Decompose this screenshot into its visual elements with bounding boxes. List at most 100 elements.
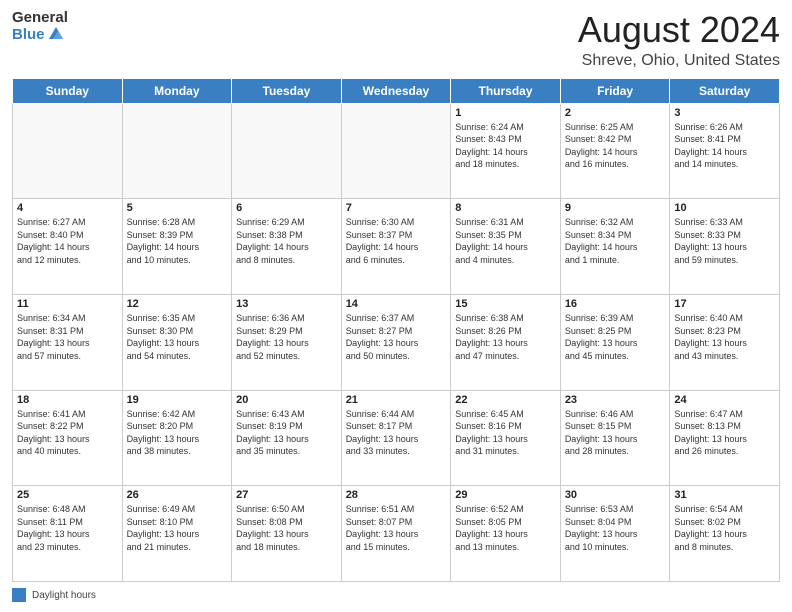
- day-number: 26: [127, 489, 228, 501]
- weekday-header-friday: Friday: [560, 78, 670, 103]
- day-number: 8: [455, 202, 556, 214]
- day-number: 22: [455, 394, 556, 406]
- day-number: 1: [455, 107, 556, 119]
- day-number: 31: [674, 489, 775, 501]
- calendar-cell: 6Sunrise: 6:29 AM Sunset: 8:38 PM Daylig…: [232, 199, 342, 295]
- day-info: Sunrise: 6:47 AM Sunset: 8:13 PM Dayligh…: [674, 408, 775, 458]
- calendar-week-row: 4 Sunrise: 6:27 AM Sunset: 8:40 PM Daylig…: [13, 199, 780, 295]
- calendar-cell: 2Sunrise: 6:25 AM Sunset: 8:42 PM Daylig…: [560, 103, 670, 199]
- calendar-cell: 1 Sunrise: 6:24 AM Sunset: 8:43 PM Daylig…: [451, 103, 561, 199]
- day-number: 16: [565, 298, 666, 310]
- day-info: Sunrise: 6:53 AM Sunset: 8:04 PM Dayligh…: [565, 503, 666, 553]
- day-number: 27: [236, 489, 337, 501]
- calendar-cell: 9Sunrise: 6:32 AM Sunset: 8:34 PM Daylig…: [560, 199, 670, 295]
- day-number: 30: [565, 489, 666, 501]
- day-number: 25: [17, 489, 118, 501]
- calendar-cell: 15 Sunrise: 6:38 AM Sunset: 8:26 PM Dayli…: [451, 294, 561, 390]
- day-info: Sunrise: 6:40 AM Sunset: 8:23 PM Dayligh…: [674, 312, 775, 362]
- day-info: Sunrise: 6:54 AM Sunset: 8:02 PM Dayligh…: [674, 503, 775, 553]
- calendar-cell: 7 Sunrise: 6:30 AM Sunset: 8:37 PM Daylig…: [341, 199, 451, 295]
- day-number: 15: [455, 298, 556, 310]
- day-number: 10: [674, 202, 775, 214]
- day-info: Sunrise: 6:26 AM Sunset: 8:41 PM Dayligh…: [674, 121, 775, 171]
- calendar-cell: 11 Sunrise: 6:34 AM Sunset: 8:31 PM Dayli…: [13, 294, 123, 390]
- weekday-header-saturday: Saturday: [670, 78, 780, 103]
- calendar-cell: 12 Sunrise: 6:35 AM Sunset: 8:30 PM Dayli…: [122, 294, 232, 390]
- day-info: Sunrise: 6:32 AM Sunset: 8:34 PM Dayligh…: [565, 216, 666, 266]
- day-info: Sunrise: 6:44 AM Sunset: 8:17 PM Dayligh…: [346, 408, 447, 458]
- day-info: Sunrise: 6:51 AM Sunset: 8:07 PM Dayligh…: [346, 503, 447, 553]
- calendar-cell: 14Sunrise: 6:37 AM Sunset: 8:27 PM Dayli…: [341, 294, 451, 390]
- legend: Daylight hours: [12, 588, 780, 602]
- day-number: 11: [17, 298, 118, 310]
- day-number: 24: [674, 394, 775, 406]
- calendar-cell: [13, 103, 123, 199]
- calendar-cell: [122, 103, 232, 199]
- calendar-cell: [341, 103, 451, 199]
- logo-blue-text: Blue: [12, 27, 45, 42]
- calendar-cell: 25 Sunrise: 6:48 AM Sunset: 8:11 PM Dayli…: [13, 486, 123, 582]
- calendar-cell: 29 Sunrise: 6:52 AM Sunset: 8:05 PM Dayli…: [451, 486, 561, 582]
- day-info: Sunrise: 6:35 AM Sunset: 8:30 PM Dayligh…: [127, 312, 228, 362]
- day-info: Sunrise: 6:43 AM Sunset: 8:19 PM Dayligh…: [236, 408, 337, 458]
- calendar-cell: 5 Sunrise: 6:28 AM Sunset: 8:39 PM Daylig…: [122, 199, 232, 295]
- calendar-week-row: 1 Sunrise: 6:24 AM Sunset: 8:43 PM Daylig…: [13, 103, 780, 199]
- calendar-cell: 26 Sunrise: 6:49 AM Sunset: 8:10 PM Dayli…: [122, 486, 232, 582]
- day-info: Sunrise: 6:36 AM Sunset: 8:29 PM Dayligh…: [236, 312, 337, 362]
- day-number: 18: [17, 394, 118, 406]
- calendar-cell: 31 Sunrise: 6:54 AM Sunset: 8:02 PM Dayli…: [670, 486, 780, 582]
- calendar-cell: 16 Sunrise: 6:39 AM Sunset: 8:25 PM Dayli…: [560, 294, 670, 390]
- day-info: Sunrise: 6:41 AM Sunset: 8:22 PM Dayligh…: [17, 408, 118, 458]
- day-info: Sunrise: 6:27 AM Sunset: 8:40 PM Dayligh…: [17, 216, 118, 266]
- day-info: Sunrise: 6:39 AM Sunset: 8:25 PM Dayligh…: [565, 312, 666, 362]
- day-info: Sunrise: 6:49 AM Sunset: 8:10 PM Dayligh…: [127, 503, 228, 553]
- calendar-cell: 13 Sunrise: 6:36 AM Sunset: 8:29 PM Dayli…: [232, 294, 342, 390]
- calendar-cell: 19Sunrise: 6:42 AM Sunset: 8:20 PM Dayli…: [122, 390, 232, 486]
- day-number: 6: [236, 202, 337, 214]
- weekday-header-row: SundayMondayTuesdayWednesdayThursdayFrid…: [13, 78, 780, 103]
- calendar-cell: 20 Sunrise: 6:43 AM Sunset: 8:19 PM Dayli…: [232, 390, 342, 486]
- day-info: Sunrise: 6:28 AM Sunset: 8:39 PM Dayligh…: [127, 216, 228, 266]
- day-info: Sunrise: 6:52 AM Sunset: 8:05 PM Dayligh…: [455, 503, 556, 553]
- day-info: Sunrise: 6:37 AM Sunset: 8:27 PM Dayligh…: [346, 312, 447, 362]
- legend-color-box: [12, 588, 26, 602]
- day-number: 4: [17, 202, 118, 214]
- calendar-table: SundayMondayTuesdayWednesdayThursdayFrid…: [12, 78, 780, 582]
- logo: General Blue: [12, 10, 68, 43]
- day-info: Sunrise: 6:38 AM Sunset: 8:26 PM Dayligh…: [455, 312, 556, 362]
- header: General Blue August 2024 Shreve, Ohio, U…: [12, 10, 780, 70]
- calendar-cell: 30 Sunrise: 6:53 AM Sunset: 8:04 PM Dayli…: [560, 486, 670, 582]
- day-info: Sunrise: 6:31 AM Sunset: 8:35 PM Dayligh…: [455, 216, 556, 266]
- calendar-cell: 27 Sunrise: 6:50 AM Sunset: 8:08 PM Dayli…: [232, 486, 342, 582]
- title-block: August 2024 Shreve, Ohio, United States: [578, 10, 780, 70]
- calendar-cell: 23Sunrise: 6:46 AM Sunset: 8:15 PM Dayli…: [560, 390, 670, 486]
- day-info: Sunrise: 6:33 AM Sunset: 8:33 PM Dayligh…: [674, 216, 775, 266]
- calendar-cell: 10 Sunrise: 6:33 AM Sunset: 8:33 PM Dayli…: [670, 199, 780, 295]
- location-title: Shreve, Ohio, United States: [578, 52, 780, 70]
- day-number: 17: [674, 298, 775, 310]
- day-info: Sunrise: 6:42 AM Sunset: 8:20 PM Dayligh…: [127, 408, 228, 458]
- day-number: 13: [236, 298, 337, 310]
- day-number: 20: [236, 394, 337, 406]
- day-number: 29: [455, 489, 556, 501]
- weekday-header-monday: Monday: [122, 78, 232, 103]
- day-info: Sunrise: 6:45 AM Sunset: 8:16 PM Dayligh…: [455, 408, 556, 458]
- calendar-cell: 4 Sunrise: 6:27 AM Sunset: 8:40 PM Daylig…: [13, 199, 123, 295]
- day-info: Sunrise: 6:34 AM Sunset: 8:31 PM Dayligh…: [17, 312, 118, 362]
- day-number: 7: [346, 202, 447, 214]
- day-number: 21: [346, 394, 447, 406]
- calendar-week-row: 18 Sunrise: 6:41 AM Sunset: 8:22 PM Dayli…: [13, 390, 780, 486]
- day-info: Sunrise: 6:48 AM Sunset: 8:11 PM Dayligh…: [17, 503, 118, 553]
- day-number: 5: [127, 202, 228, 214]
- calendar-cell: 22 Sunrise: 6:45 AM Sunset: 8:16 PM Dayli…: [451, 390, 561, 486]
- day-number: 12: [127, 298, 228, 310]
- day-number: 28: [346, 489, 447, 501]
- day-info: Sunrise: 6:50 AM Sunset: 8:08 PM Dayligh…: [236, 503, 337, 553]
- calendar-cell: 8 Sunrise: 6:31 AM Sunset: 8:35 PM Daylig…: [451, 199, 561, 295]
- calendar-cell: 21 Sunrise: 6:44 AM Sunset: 8:17 PM Dayli…: [341, 390, 451, 486]
- calendar-cell: 18 Sunrise: 6:41 AM Sunset: 8:22 PM Dayli…: [13, 390, 123, 486]
- calendar-week-row: 25 Sunrise: 6:48 AM Sunset: 8:11 PM Dayli…: [13, 486, 780, 582]
- day-info: Sunrise: 6:24 AM Sunset: 8:43 PM Dayligh…: [455, 121, 556, 171]
- legend-label: Daylight hours: [32, 590, 96, 601]
- day-info: Sunrise: 6:30 AM Sunset: 8:37 PM Dayligh…: [346, 216, 447, 266]
